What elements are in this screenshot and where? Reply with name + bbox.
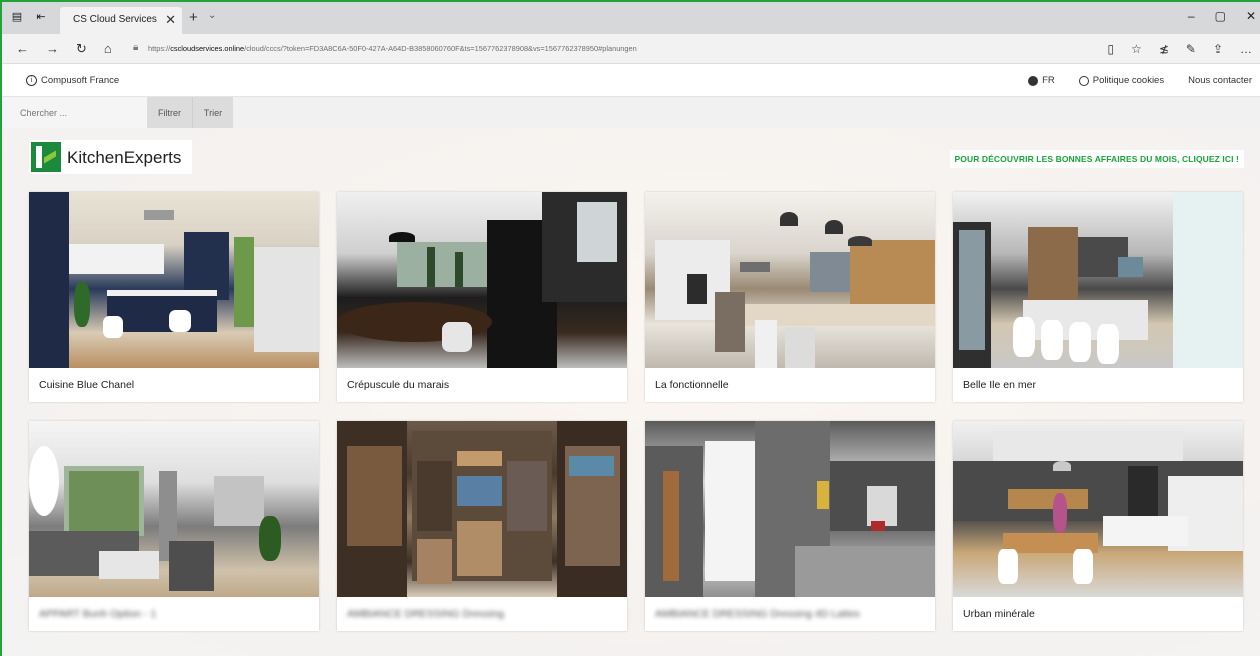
project-title: Crépuscule du marais [347,379,450,391]
home-icon[interactable]: ⌂ [104,41,112,57]
project-card[interactable]: Cuisine Blue Chanel [29,192,319,402]
logo-text: KitchenExperts [67,148,182,167]
reading-view-icon[interactable]: ▯ [1107,42,1114,56]
favorites-icon[interactable]: ≴ [1159,42,1169,56]
nav-buttons: ← → ↻ ⌂ [16,41,112,57]
project-title: AMBIANCE DRESSING Dressing 4D Lattes [655,608,860,620]
search-input[interactable] [2,97,147,129]
address-bar: ← → ↻ ⌂ 🔒︎ https://cscloudservices.onlin… [2,34,1260,64]
url-prefix: https:// [148,44,171,53]
project-card[interactable]: AMBIANCE DRESSING Dressing [337,421,627,631]
filter-button[interactable]: Filtrer [147,97,193,129]
url-field[interactable]: https://cscloudservices.online/cloud/ccc… [148,44,1068,53]
favorite-star-icon[interactable]: ☆ [1131,42,1142,56]
sort-button[interactable]: Trier [193,97,233,129]
promo-link[interactable]: POUR DÉCOUVRIR LES BONNES AFFAIRES DU MO… [949,150,1244,168]
language-selector[interactable]: FR [1028,75,1055,86]
project-thumbnail [645,421,935,597]
chevron-down-icon[interactable]: ⌄ [208,10,216,21]
project-card[interactable]: Belle Ile en mer [953,192,1243,402]
pen-icon[interactable]: ✎ [1186,42,1196,56]
project-title: AMBIANCE DRESSING Dressing [347,608,504,620]
project-card[interactable]: La fonctionnelle [645,192,935,402]
forward-icon[interactable]: → [46,41,59,57]
project-thumbnail [953,421,1243,597]
close-window-icon[interactable]: ✕ [1246,9,1256,23]
more-icon[interactable]: … [1240,42,1252,56]
set-tabs-aside-icon[interactable]: ⇤ [34,11,48,24]
browser-window: ▤ ⇤ CS Cloud Services ✕ + ⌄ – ▢ ✕ ← → ↻ … [0,0,1260,656]
site-header: i Compusoft France FR Politique cookies … [2,64,1260,96]
project-title: Cuisine Blue Chanel [39,379,135,391]
info-icon: i [26,75,37,86]
tab-list-icon[interactable]: ▤ [10,11,24,24]
url-rest: /cloud/cccs/?token=FD3A8C6A-50F0-427A-A6… [244,44,637,53]
project-title: Urban minérale [963,608,1035,620]
main-content: KitchenExperts POUR DÉCOUVRIR LES BONNES… [2,128,1260,656]
project-thumbnail [645,192,935,368]
title-bar: ▤ ⇤ CS Cloud Services ✕ + ⌄ – ▢ ✕ [2,2,1260,34]
browser-toolbar-icons: ▯ ☆ ≴ ✎ ⇪ … [1107,42,1252,56]
minimize-icon[interactable]: – [1188,9,1195,23]
company-name: Compusoft France [41,75,120,86]
project-title: La fonctionnelle [655,379,729,391]
search-row: Filtrer Trier [2,96,1260,129]
close-tab-icon[interactable]: ✕ [165,12,176,28]
brand-logo[interactable]: KitchenExperts [29,140,192,174]
window-controls: – ▢ ✕ [1188,9,1256,23]
project-thumbnail [29,421,319,597]
project-thumbnail [953,192,1243,368]
project-thumbnail [337,421,627,597]
logo-mark-icon [31,142,61,172]
maximize-icon[interactable]: ▢ [1215,9,1226,23]
company-info[interactable]: i Compusoft France [26,75,119,86]
cookies-link[interactable]: Politique cookies [1078,75,1165,86]
tab-actions: ▤ ⇤ [10,11,48,24]
project-card[interactable]: Urban minérale [953,421,1243,631]
new-tab-icon[interactable]: + [189,9,198,26]
cookies-label: Politique cookies [1092,75,1165,86]
site-links: FR Politique cookies Nous contacter [1028,75,1252,86]
tab-cs-cloud[interactable]: CS Cloud Services ✕ [60,7,182,34]
language-label: FR [1042,75,1055,86]
page-info-icon[interactable]: 🔒︎ [133,42,138,53]
refresh-icon[interactable]: ↻ [76,41,87,57]
project-card[interactable]: APPART Bunh Option - 1 [29,421,319,631]
project-thumbnail [29,192,319,368]
project-card[interactable]: AMBIANCE DRESSING Dressing 4D Lattes [645,421,935,631]
project-card[interactable]: Crépuscule du marais [337,192,627,402]
share-icon[interactable]: ⇪ [1213,42,1223,56]
globe-icon [1028,75,1039,86]
tab-title: CS Cloud Services [73,14,157,25]
contact-link[interactable]: Nous contacter [1188,75,1252,86]
project-title: APPART Bunh Option - 1 [39,608,157,620]
back-icon[interactable]: ← [16,41,29,57]
url-host: cscloudservices.online [170,44,245,53]
project-title: Belle Ile en mer [963,379,1036,391]
cookie-icon [1078,75,1089,86]
project-thumbnail [337,192,627,368]
